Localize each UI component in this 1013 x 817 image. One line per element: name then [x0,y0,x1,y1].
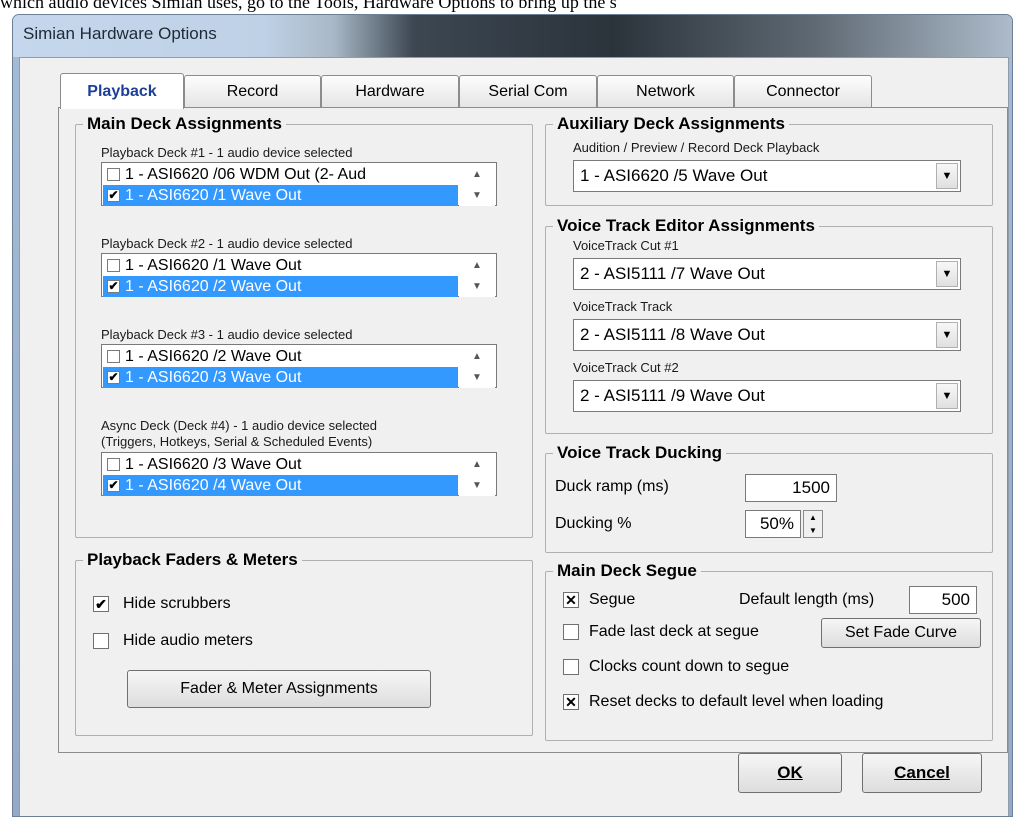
voice-editor-title: Voice Track Editor Assignments [553,216,819,236]
tab-record[interactable]: Record [184,75,321,107]
window-title: Simian Hardware Options [23,24,217,43]
reset-decks-checkbox[interactable]: ✕ [563,694,579,710]
list-item-checkbox[interactable]: ✔ [107,280,120,293]
deck4-caption-detail: (Triggers, Hotkeys, Serial & Scheduled E… [101,434,373,449]
list-item[interactable]: 1 - ASI6620 /3 Wave Out [103,454,458,475]
cut1-select[interactable]: 2 - ASI5111 /7 Wave Out ▼ [573,258,961,290]
chevron-down-icon[interactable]: ▼ [936,322,958,348]
chevron-down-icon[interactable]: ▼ [804,524,822,537]
list-item-checkbox[interactable]: ✔ [107,479,120,492]
hide-scrubbers-label: Hide scrubbers [123,595,231,612]
scroll-up-icon[interactable]: ▲ [459,346,495,367]
deck2-scrollbar[interactable]: ▲ ▼ [459,255,495,297]
deck3-scrollbar[interactable]: ▲ ▼ [459,346,495,388]
fade-last-deck-label: Fade last deck at segue [589,623,759,640]
document-text-line: which audio devices Simian uses, go to t… [0,0,617,12]
list-item[interactable]: ✔ 1 - ASI6620 /3 Wave Out [103,367,458,388]
ducking-title: Voice Track Ducking [553,443,727,463]
reset-decks-label: Reset decks to default level when loadin… [589,693,884,710]
deck2-caption: Playback Deck #2 - 1 audio device select… [101,236,353,251]
ducking-percent-input[interactable]: 50% [745,510,801,538]
list-item-checkbox[interactable] [107,350,120,363]
hide-scrubbers-checkbox[interactable]: ✔ [93,596,109,612]
deck3-listbox[interactable]: 1 - ASI6620 /2 Wave Out ✔ 1 - ASI6620 /3 … [101,344,497,388]
chevron-up-icon[interactable]: ▲ [804,511,822,524]
list-item[interactable]: 1 - ASI6620 /2 Wave Out [103,346,458,367]
cut1-caption: VoiceTrack Cut #1 [573,238,679,253]
ok-button[interactable]: OK [738,753,842,793]
default-length-input[interactable]: 500 [909,586,977,614]
list-item[interactable]: ✔ 1 - ASI6620 /1 Wave Out [103,185,458,206]
tab-playback[interactable]: Playback [60,73,184,109]
segue-label: Segue [589,591,636,608]
main-deck-title: Main Deck Assignments [83,114,286,134]
list-item[interactable]: 1 - ASI6620 /1 Wave Out [103,255,458,276]
deck1-scrollbar[interactable]: ▲ ▼ [459,164,495,206]
tab-serial-com[interactable]: Serial Com [459,75,597,107]
scroll-down-icon[interactable]: ▼ [459,276,495,297]
list-item-checkbox[interactable]: ✔ [107,371,120,384]
deck3-caption: Playback Deck #3 - 1 audio device select… [101,327,353,342]
list-item-checkbox[interactable] [107,168,120,181]
cut2-select[interactable]: 2 - ASI5111 /9 Wave Out ▼ [573,380,961,412]
segue-title: Main Deck Segue [553,561,701,581]
list-item[interactable]: 1 - ASI6620 /06 WDM Out (2- Aud [103,164,458,185]
segue-checkbox[interactable]: ✕ [563,592,579,608]
deck4-scrollbar[interactable]: ▲ ▼ [459,454,495,496]
clocks-count-down-checkbox[interactable] [563,659,579,675]
dialog-client-area: Playback Record Hardware Serial Com Netw… [19,57,1009,816]
scroll-down-icon[interactable]: ▼ [459,185,495,206]
ducking-percent-stepper[interactable]: ▲ ▼ [803,510,823,538]
deck4-caption: Async Deck (Deck #4) - 1 audio device se… [101,418,378,433]
ducking-group [545,453,993,553]
aux-caption: Audition / Preview / Record Deck Playbac… [573,140,820,155]
playback-tab-panel: Main Deck Assignments Playback Deck #1 -… [58,107,1008,753]
fader-meter-assignments-button[interactable]: Fader & Meter Assignments [127,670,431,708]
list-item[interactable]: ✔ 1 - ASI6620 /4 Wave Out [103,475,458,496]
hide-meters-label: Hide audio meters [123,632,253,649]
ducking-percent-label: Ducking % [555,515,632,532]
scroll-down-icon[interactable]: ▼ [459,367,495,388]
chevron-down-icon[interactable]: ▼ [936,163,958,189]
default-length-label: Default length (ms) [739,591,875,608]
scroll-down-icon[interactable]: ▼ [459,475,495,496]
list-item-checkbox[interactable] [107,458,120,471]
aux-title: Auxiliary Deck Assignments [553,114,790,134]
aux-deck-select[interactable]: 1 - ASI6620 /5 Wave Out ▼ [573,160,961,192]
deck4-listbox[interactable]: 1 - ASI6620 /3 Wave Out ✔ 1 - ASI6620 /4 … [101,452,497,496]
track-select[interactable]: 2 - ASI5111 /8 Wave Out ▼ [573,319,961,351]
set-fade-curve-button[interactable]: Set Fade Curve [821,618,981,648]
hide-meters-checkbox[interactable] [93,633,109,649]
tab-network[interactable]: Network [597,75,734,107]
duck-ramp-input[interactable]: 1500 [745,474,837,502]
deck1-listbox[interactable]: 1 - ASI6620 /06 WDM Out (2- Aud ✔ 1 - ASI… [101,162,497,206]
fade-last-deck-checkbox[interactable] [563,624,579,640]
scroll-up-icon[interactable]: ▲ [459,164,495,185]
deck1-caption: Playback Deck #1 - 1 audio device select… [101,145,353,160]
hardware-options-window: Simian Hardware Options Playback Record … [12,14,1013,817]
list-item-checkbox[interactable] [107,259,120,272]
cut2-caption: VoiceTrack Cut #2 [573,360,679,375]
tab-connector[interactable]: Connector [734,75,872,107]
chevron-down-icon[interactable]: ▼ [936,261,958,287]
track-caption: VoiceTrack Track [573,299,673,314]
deck2-listbox[interactable]: 1 - ASI6620 /1 Wave Out ✔ 1 - ASI6620 /2 … [101,253,497,297]
cancel-button[interactable]: Cancel [862,753,982,793]
clocks-count-down-label: Clocks count down to segue [589,658,790,675]
scroll-up-icon[interactable]: ▲ [459,255,495,276]
tab-hardware[interactable]: Hardware [321,75,459,107]
duck-ramp-label: Duck ramp (ms) [555,478,669,495]
list-item[interactable]: ✔ 1 - ASI6620 /2 Wave Out [103,276,458,297]
title-bar[interactable]: Simian Hardware Options [13,15,1012,57]
list-item-checkbox[interactable]: ✔ [107,189,120,202]
chevron-down-icon[interactable]: ▼ [936,383,958,409]
scroll-up-icon[interactable]: ▲ [459,454,495,475]
faders-title: Playback Faders & Meters [83,550,302,570]
